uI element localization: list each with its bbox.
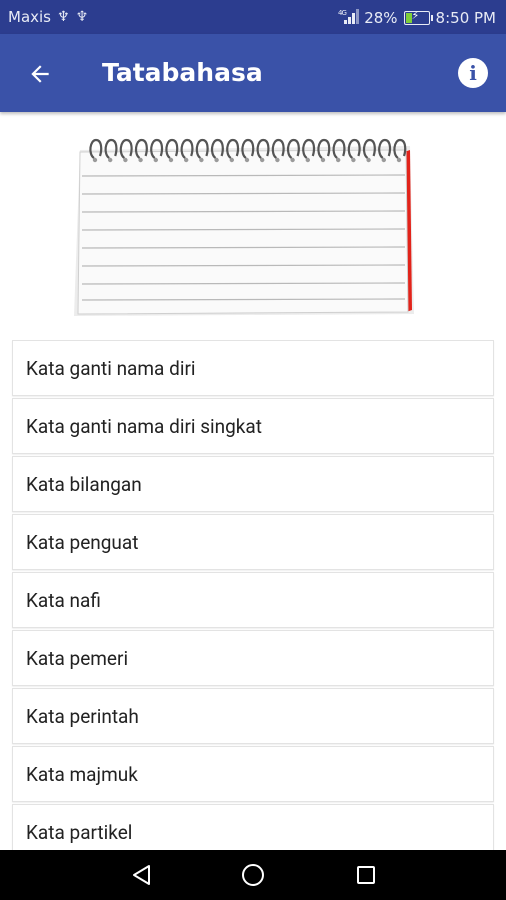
usb-icon: ♆ [75, 9, 89, 25]
nav-back-triangle-icon [133, 865, 150, 885]
spiral-hole [244, 157, 250, 163]
spiral-hole [260, 157, 265, 163]
spiral-hole [184, 157, 189, 163]
list-item-kata-ganti-nama-diri-singkat[interactable]: Kata ganti nama diri singkat [12, 398, 494, 454]
arrow-left-icon [31, 65, 49, 83]
spiral-hole [153, 157, 158, 163]
clock: 8:50 PM [435, 8, 496, 27]
spiral-hole [123, 157, 128, 163]
back-button[interactable] [22, 56, 58, 92]
spiral-hole [92, 157, 98, 163]
spiral-hole [108, 157, 113, 163]
status-left: Maxis ♆ ♆ [8, 8, 88, 26]
page-title: Tatabahasa [102, 58, 263, 87]
charging-bolt-icon: ⚡ [411, 8, 420, 22]
spiral-notebook-illustration [74, 138, 414, 316]
nav-home-circle-icon [242, 864, 264, 886]
app-bar: Tatabahasa i [0, 34, 506, 112]
nav-back-button[interactable] [130, 863, 154, 887]
spiral-hole [305, 157, 310, 163]
spiral-hole [214, 157, 219, 163]
list-item-kata-pemeri[interactable]: Kata pemeri [12, 630, 494, 686]
list-item-kata-nafi[interactable]: Kata nafi [12, 572, 494, 628]
info-icon: i [469, 61, 477, 85]
signal-icon: 4G [338, 8, 360, 27]
spiral-hole [351, 157, 356, 163]
spiral-hole [199, 157, 204, 163]
nav-recents-square-icon [357, 866, 375, 884]
spiral-hole [275, 157, 280, 163]
list-item-kata-penguat[interactable]: Kata penguat [12, 514, 494, 570]
topic-list: Kata ganti nama diri Kata ganti nama dir… [12, 340, 496, 862]
spiral-hole [138, 157, 143, 163]
list-item-kata-ganti-nama-diri[interactable]: Kata ganti nama diri [12, 340, 494, 396]
status-right: 4G 28% ⚡ 8:50 PM [338, 8, 496, 27]
battery-icon: ⚡ [403, 8, 433, 25]
battery-percent: 28% [364, 8, 398, 27]
spiral-hole [366, 157, 371, 163]
list-item-kata-perintah[interactable]: Kata perintah [12, 688, 494, 744]
usb-icon: ♆ [57, 9, 70, 25]
spiral-hole [168, 157, 174, 163]
spiral-hole [396, 157, 402, 163]
nav-home-button[interactable] [241, 863, 265, 887]
spiral-hole [336, 157, 341, 163]
spiral-hole [320, 157, 326, 163]
navigation-bar [0, 850, 506, 900]
spiral-hole [381, 157, 386, 163]
info-button[interactable]: i [458, 58, 488, 88]
header-image [12, 124, 494, 316]
carrier-label: Maxis [8, 8, 51, 26]
list-item-kata-majmuk[interactable]: Kata majmuk [12, 746, 494, 802]
status-bar: Maxis ♆ ♆ 4G 28% ⚡ 8:50 PM [0, 0, 506, 34]
list-item-kata-bilangan[interactable]: Kata bilangan [12, 456, 494, 512]
nav-recents-button[interactable] [354, 863, 378, 887]
network-type-label: 4G [338, 9, 346, 17]
spiral-hole [229, 157, 234, 163]
spiral-hole [290, 157, 295, 163]
